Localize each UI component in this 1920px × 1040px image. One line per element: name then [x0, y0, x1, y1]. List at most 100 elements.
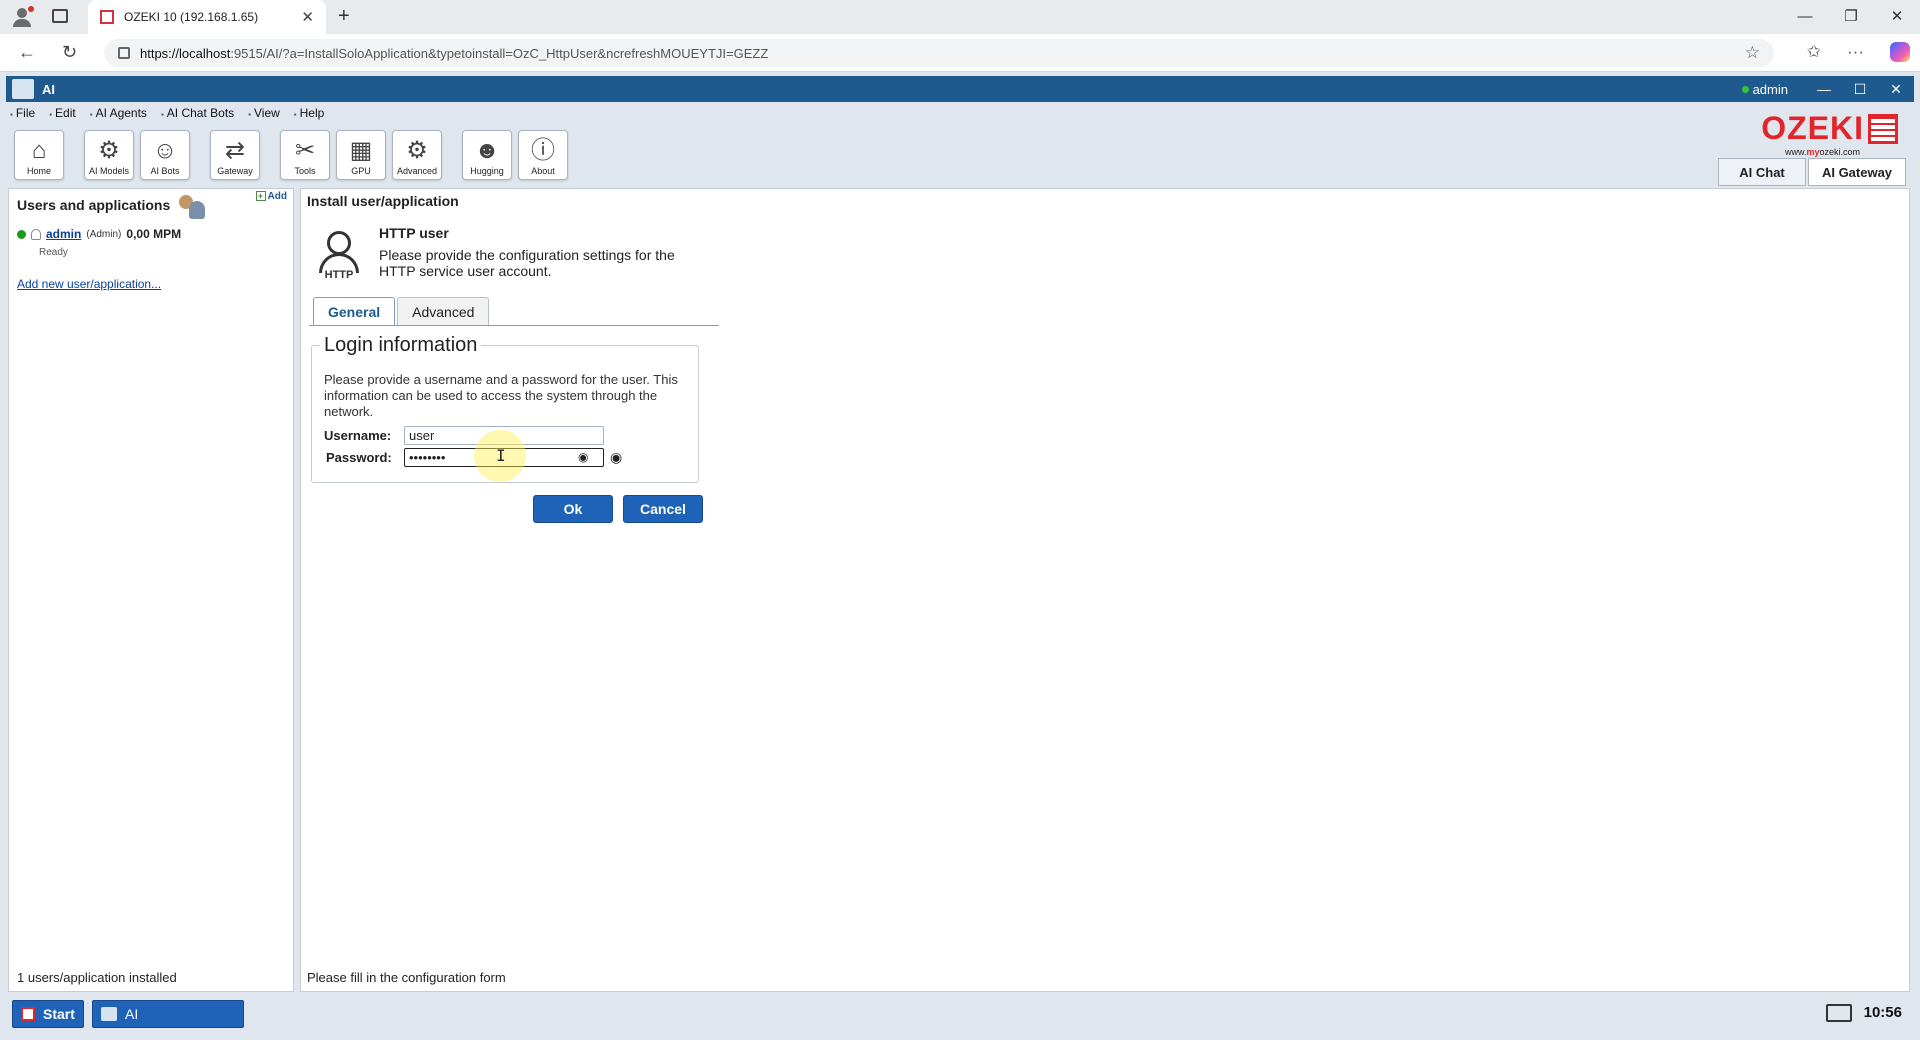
browser-tab[interactable]: OZEKI 10 (192.168.1.65) ✕ — [88, 0, 326, 34]
menu-view[interactable]: View — [248, 106, 280, 122]
brand-name: OZEKI — [1761, 110, 1864, 146]
home-icon: ⌂ — [31, 137, 47, 164]
profile-icon[interactable] — [12, 6, 34, 27]
user-rate: 0,00 MPM — [126, 227, 182, 241]
add-user-button[interactable]: + Add — [255, 191, 287, 202]
service-title: HTTP user — [379, 225, 449, 241]
close-window-icon[interactable]: ✕ — [1874, 0, 1920, 34]
favorite-star-icon[interactable]: ☆ — [1745, 43, 1760, 63]
ai-app-icon — [101, 1007, 117, 1021]
lock-icon — [118, 47, 130, 59]
page-title: Install user/application — [307, 193, 459, 209]
home-label: Home — [26, 166, 51, 176]
status-message: Please fill in the configuration form — [307, 970, 506, 985]
close-tab-icon[interactable]: ✕ — [301, 8, 314, 26]
app-titlebar: AI admin — ☐ ✕ — [6, 76, 1914, 102]
more-menu-icon[interactable]: ··· — [1847, 42, 1864, 62]
add-new-user-link[interactable]: Add new user/application... — [17, 277, 161, 291]
hugging-face-icon: ☻ — [474, 137, 500, 164]
users-panel-footer: 1 users/application installed — [17, 970, 177, 985]
gateway-icon: ⇄ — [224, 137, 246, 164]
about-label: About — [531, 166, 555, 176]
menu-ai-agents[interactable]: AI Agents — [90, 106, 147, 122]
advanced-label: Advanced — [396, 166, 438, 176]
user-role: (Admin) — [86, 228, 122, 240]
ai-models-button[interactable]: ⚙ AI Models — [84, 130, 134, 180]
taskbar-item-label: AI — [125, 1006, 139, 1022]
text-cursor-icon: I — [496, 446, 506, 465]
ai-gateway-tab[interactable]: AI Gateway — [1808, 158, 1906, 186]
reload-icon[interactable]: ↻ — [62, 42, 77, 63]
ozeki-grid-icon — [1868, 113, 1898, 144]
taskbar: Start AI 10:56 — [0, 996, 1920, 1040]
menu-help[interactable]: Help — [294, 106, 325, 122]
user-admin-link[interactable]: admin — [46, 227, 81, 241]
show-password-eye-icon[interactable]: ◉ — [578, 450, 588, 464]
app-logo-icon — [12, 79, 34, 99]
username-label: Username: — [324, 428, 392, 443]
app-close-icon[interactable]: ✕ — [1878, 81, 1914, 98]
url-host: https://localhost — [140, 45, 231, 61]
users-panel-title: Users and applications — [17, 197, 171, 213]
browser-addressbar: ← ↻ https://localhost:9515/AI/?a=Install… — [0, 34, 1920, 72]
minimize-icon[interactable]: — — [1782, 0, 1828, 34]
app-minimize-icon[interactable]: — — [1806, 81, 1842, 97]
keyboard-icon[interactable] — [1826, 1004, 1852, 1022]
gpu-button[interactable]: ▦ GPU — [336, 130, 386, 180]
start-label: Start — [43, 1006, 75, 1022]
toggle-password-eye-icon[interactable]: ◉ — [610, 449, 622, 466]
url-text: https://localhost:9515/AI/?a=InstallSolo… — [140, 46, 768, 61]
user-online-icon — [17, 229, 26, 239]
back-icon[interactable]: ← — [18, 42, 36, 63]
ai-bots-icon: ☺ — [152, 137, 178, 164]
app-maximize-icon[interactable]: ☐ — [1842, 81, 1878, 98]
restore-icon[interactable]: ❐ — [1828, 0, 1874, 34]
new-tab-icon[interactable]: + — [338, 5, 350, 28]
plus-icon: + — [255, 191, 266, 201]
menu-ai-chat-bots[interactable]: AI Chat Bots — [161, 106, 234, 122]
url-field[interactable]: https://localhost:9515/AI/?a=InstallSolo… — [104, 39, 1774, 67]
hugging-label: Hugging — [470, 166, 504, 176]
ok-button[interactable]: Ok — [533, 495, 613, 523]
service-description: Please provide the configuration setting… — [379, 247, 675, 279]
tab-advanced[interactable]: Advanced — [397, 297, 490, 325]
cancel-button[interactable]: Cancel — [623, 495, 703, 523]
ai-models-icon: ⚙ — [98, 137, 120, 164]
favorites-icon[interactable]: ✩ — [1807, 42, 1821, 62]
tools-button[interactable]: ✂ Tools — [280, 130, 330, 180]
ai-chat-tab[interactable]: AI Chat — [1718, 158, 1806, 186]
menu-file[interactable]: File — [10, 106, 35, 122]
app-title: AI — [42, 81, 55, 97]
list-item: admin (Admin) 0,00 MPM — [17, 227, 181, 241]
ozeki-logo: OZEKI www.myozeki.com — [1761, 110, 1898, 157]
gateway-label: Gateway — [217, 166, 253, 176]
menu-edit[interactable]: Edit — [49, 106, 76, 122]
ai-bots-button[interactable]: ☺ AI Bots — [140, 130, 190, 180]
person-icon — [31, 228, 41, 240]
window-controls: — ❐ ✕ — [1782, 0, 1920, 34]
tab-general[interactable]: General — [313, 297, 396, 325]
taskbar-item-ai[interactable]: AI — [92, 1000, 244, 1028]
gateway-button[interactable]: ⇄ Gateway — [210, 130, 260, 180]
users-panel: Users and applications + Add admin (Admin… — [8, 188, 294, 992]
home-button[interactable]: ⌂ Home — [14, 130, 64, 180]
ai-bots-label: AI Bots — [150, 166, 180, 176]
about-button[interactable]: ⓘ About — [518, 130, 568, 180]
login-legend: Login information — [320, 334, 482, 357]
brand-site: www.myozeki.com — [1784, 147, 1860, 157]
login-info-text: Please provide a username and a password… — [324, 372, 678, 419]
config-tabs: General Advanced — [313, 297, 491, 325]
menubar: File Edit AI Agents AI Chat Bots View He… — [10, 106, 324, 122]
start-button[interactable]: Start — [12, 1000, 84, 1028]
ozeki-favicon-icon — [100, 10, 114, 24]
clock: 10:56 — [1863, 1004, 1902, 1021]
tools-icon: ✂ — [294, 137, 316, 164]
logged-user-name: admin — [1752, 81, 1788, 97]
tab-actions-icon[interactable] — [52, 9, 68, 23]
logged-user[interactable]: admin — [1741, 81, 1788, 97]
install-panel: Install user/application HTTP HTTP user … — [300, 188, 1910, 992]
hugging-button[interactable]: ☻ Hugging — [462, 130, 512, 180]
copilot-icon[interactable] — [1890, 42, 1910, 62]
toolbar: ⌂ Home ⚙ AI Models ☺ AI Bots ⇄ Gateway ✂ Tool… — [14, 130, 574, 184]
advanced-button[interactable]: ⚙ Advanced — [392, 130, 442, 180]
